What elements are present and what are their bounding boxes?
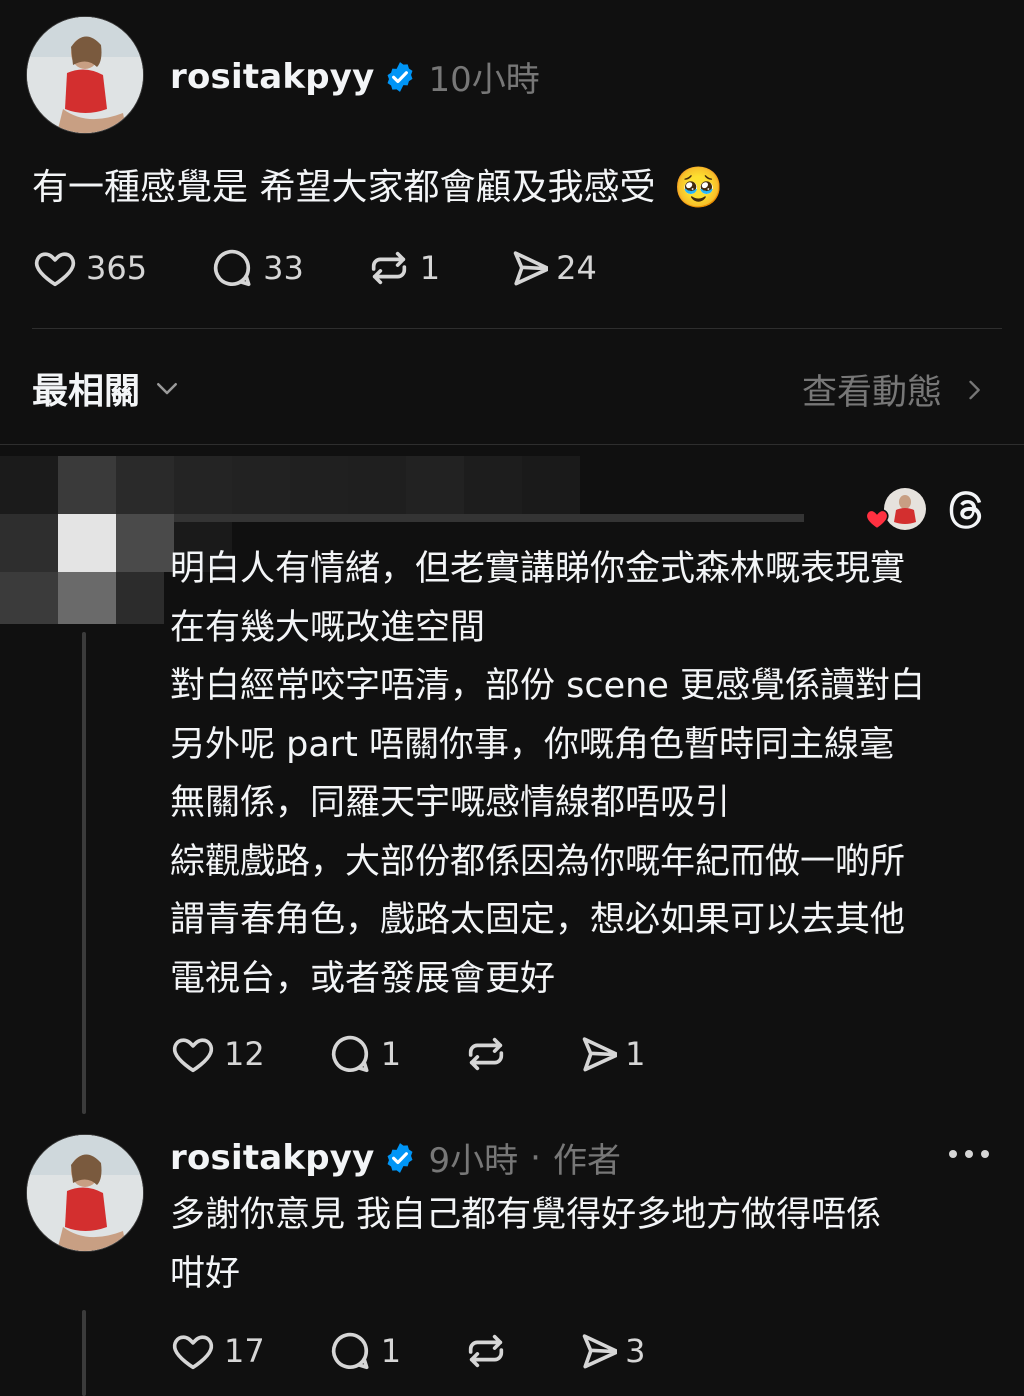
comment-icon <box>214 249 251 287</box>
post-avatar[interactable] <box>26 16 144 134</box>
verified-badge-icon <box>383 60 417 94</box>
post-text-content: 有一種感覺是 希望大家都會顧及我感受 <box>32 167 656 208</box>
heart-icon <box>34 252 76 287</box>
view-activity-label: 查看動態 <box>801 373 942 413</box>
like-count: 365 <box>86 249 148 287</box>
comment-actions: 12 1 1 <box>170 1031 645 1077</box>
repost-button[interactable]: 1 <box>366 245 440 291</box>
share-button[interactable]: 24 <box>502 245 597 291</box>
repost-icon <box>371 251 406 285</box>
heart-icon <box>172 1038 214 1073</box>
comment-like-count: 12 <box>224 1035 265 1073</box>
section-divider <box>0 444 1024 445</box>
post-actions: 365 33 1 24 <box>32 245 597 291</box>
reply-line: 咁好 <box>170 1253 241 1294</box>
send-icon <box>582 1037 618 1072</box>
sort-dropdown[interactable]: 最相關 <box>32 362 182 414</box>
comment-line: 對白經常咬字唔清，部份 scene 更感覺係讀對白 <box>170 666 925 706</box>
comment-share-button[interactable]: 1 <box>571 1031 645 1077</box>
comment-line: 謂青春角色，戲路太固定，想必如果可以去其他 <box>170 900 906 940</box>
avatar-photo <box>27 17 143 133</box>
reply-time: 9小時 <box>428 1141 519 1181</box>
reply-username[interactable]: rositakpyy <box>170 1138 375 1178</box>
reply-reply-count: 1 <box>380 1332 402 1370</box>
comment-line: 電視台，或者發展會更好 <box>170 958 556 999</box>
post-username[interactable]: rositakpyy <box>170 57 375 97</box>
meta-separator: · <box>530 1137 541 1178</box>
reply-like-button[interactable]: 17 <box>170 1328 265 1374</box>
comment-line: 綜觀戲路，大部份都係因為你嘅年紀而做一啲所 <box>170 841 906 882</box>
reply-like-count: 17 <box>224 1332 265 1370</box>
reply-line: 多謝你意見 我自己都有覺得好多地方做得唔係 <box>170 1195 882 1235</box>
comment-reply-count: 1 <box>380 1035 402 1073</box>
reply-count: 33 <box>263 249 304 287</box>
thread-line <box>82 632 86 1114</box>
post-text: 有一種感覺是 希望大家都會顧及我感受 🥹 <box>32 160 723 216</box>
reply-body: 多謝你意見 我自己都有覺得好多地方做得唔係 咁好 <box>170 1186 1010 1303</box>
send-icon <box>513 251 549 286</box>
author-mini-avatar <box>884 488 926 530</box>
verified-badge-icon <box>383 1141 417 1175</box>
comment-body: 明白人有情緒，但老實講睇你金式森林嘅表現實 在有幾大嘅改進空間 對白經常咬字唔清… <box>170 540 1010 1008</box>
pleading-face-emoji: 🥹 <box>673 165 724 211</box>
reply-button[interactable]: 33 <box>209 245 304 291</box>
view-activity-link[interactable]: 查看動態 <box>802 364 988 415</box>
comment-line: 無關係，同羅天宇嘅感情線都唔吸引 <box>170 783 731 823</box>
sort-label: 最相關 <box>32 371 141 412</box>
reply-share-count: 3 <box>625 1332 646 1370</box>
threads-icon <box>944 486 990 536</box>
comment-reply-button[interactable]: 1 <box>327 1031 401 1077</box>
reply-avatar[interactable] <box>26 1134 144 1252</box>
send-icon <box>582 1334 618 1369</box>
heart-icon <box>172 1335 214 1370</box>
more-dots-icon <box>949 1150 989 1158</box>
author-liked-indicator <box>862 488 932 532</box>
comment-share-count: 1 <box>625 1035 646 1073</box>
comment-like-button[interactable]: 12 <box>170 1031 265 1077</box>
like-button[interactable]: 365 <box>32 245 147 291</box>
reply-share-button[interactable]: 3 <box>571 1328 645 1374</box>
reply-reply-button[interactable]: 1 <box>327 1328 401 1374</box>
comment-icon <box>331 1035 369 1073</box>
post-time: 10小時 <box>428 60 540 100</box>
red-heart-icon <box>865 509 889 530</box>
reply-repost-button[interactable] <box>463 1328 509 1374</box>
comment-line: 明白人有情緒，但老實講睇你金式森林嘅表現實 <box>170 549 906 589</box>
avatar-photo <box>27 1135 143 1251</box>
author-tag: 作者 <box>552 1141 621 1181</box>
reply-thread-line <box>82 1310 86 1396</box>
chevron-down-icon <box>157 383 178 395</box>
comment-line: 另外呢 part 唔關你事，你嘅角色暫時同主線毫 <box>170 724 895 765</box>
repost-count: 1 <box>419 249 441 287</box>
chevron-right-icon <box>969 380 980 399</box>
post-divider <box>32 328 1002 329</box>
share-count: 24 <box>556 249 597 287</box>
comment-repost-button[interactable] <box>463 1031 509 1077</box>
repost-icon <box>468 1334 504 1368</box>
repost-icon <box>468 1037 504 1071</box>
comment-line: 在有幾大嘅改進空間 <box>170 607 486 648</box>
comment-icon <box>331 1332 369 1370</box>
reply-actions: 17 1 3 <box>170 1328 645 1374</box>
more-options-button[interactable] <box>946 1140 992 1172</box>
